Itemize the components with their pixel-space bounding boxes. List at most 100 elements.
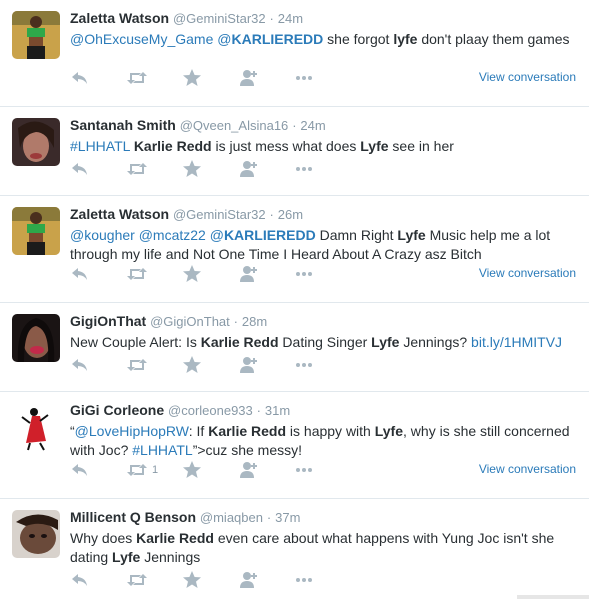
follow-button[interactable] [238,355,294,375]
more-options-button[interactable] [294,570,350,590]
more-icon [296,363,312,367]
more-options-button[interactable] [294,355,350,375]
tweet[interactable]: Millicent Q Benson @miaqben · 37m Why do… [0,499,589,599]
follow-button[interactable] [238,159,294,179]
more-options-button[interactable] [294,159,350,179]
reply-icon [72,464,87,476]
user-fullname[interactable]: GiGi Corleone [70,402,164,418]
tweet-link[interactable]: @ [210,227,224,243]
favorite-button[interactable] [182,460,238,480]
retweet-button[interactable] [126,264,182,284]
tweet-link[interactable]: #LHHATL [70,138,130,154]
timestamp[interactable]: 28m [242,314,267,329]
tweet-link[interactable]: #LHHATL [132,442,192,458]
timestamp[interactable]: 26m [278,207,303,222]
tweet-text-segment: ”>cuz she messy! [192,442,303,458]
tweet-link[interactable]: @OhExcuseMy_Game [70,31,213,47]
reply-icon [72,72,87,84]
reply-icon [72,268,87,280]
user-handle[interactable]: @miaqben [200,510,263,525]
tweet-header: Millicent Q Benson @miaqben · 37m [70,508,579,527]
timestamp[interactable]: 31m [265,403,290,418]
user-fullname[interactable]: Zaletta Watson [70,10,169,26]
avatar[interactable] [12,118,60,166]
reply-button[interactable] [70,68,126,88]
tweet-text-segment: Dating Singer [278,334,372,350]
reply-icon [72,574,87,586]
reply-button[interactable] [70,355,126,375]
horizontal-scrollbar[interactable] [517,595,589,599]
favorite-button[interactable] [182,570,238,590]
separator: · [269,207,274,222]
follow-button[interactable] [238,264,294,284]
user-handle[interactable]: @GeminiStar32 [173,11,266,26]
tweet-link-highlight[interactable]: KARLIEREDD [231,31,323,47]
reply-button[interactable] [70,460,126,480]
favorite-icon [183,461,201,478]
follow-icon [240,357,257,373]
retweet-button[interactable] [126,355,182,375]
tweet-link[interactable]: bit.ly/1HMITVJ [471,334,562,350]
timestamp[interactable]: 24m [300,118,325,133]
tweet-text-segment: see in her [388,138,454,154]
retweet-button[interactable] [126,570,182,590]
tweet[interactable]: Zaletta Watson @GeminiStar32 · 26m @koug… [0,196,589,303]
tweet[interactable]: GiGi Corleone @corleone933 · 31m “@LoveH… [0,392,589,499]
tweet-link[interactable]: @ [217,31,231,47]
keyword-highlight: Lyfe [371,334,400,350]
tweet-content: Zaletta Watson @GeminiStar32 · 26m @koug… [70,205,579,264]
user-fullname[interactable]: Santanah Smith [70,117,176,133]
view-conversation-link[interactable]: View conversation [479,70,576,84]
tweet-text-segment: is happy with [286,423,375,439]
retweet-button[interactable] [126,68,182,88]
user-handle[interactable]: @corleone933 [168,403,253,418]
follow-button[interactable] [238,570,294,590]
keyword-highlight: Karlie Redd [200,334,279,350]
tweet-link[interactable]: @mcatz22 [139,227,206,243]
favorite-icon [183,571,201,588]
follow-button[interactable] [238,68,294,88]
user-handle[interactable]: @GeminiStar32 [173,207,266,222]
user-fullname[interactable]: Zaletta Watson [70,206,169,222]
tweet[interactable]: Zaletta Watson @GeminiStar32 · 24m @OhEx… [0,0,589,107]
reply-button[interactable] [70,570,126,590]
avatar-image [12,403,60,451]
view-conversation-link[interactable]: View conversation [479,266,576,280]
tweet-link[interactable]: @LoveHipHopRW [75,423,189,439]
user-fullname[interactable]: GigiOnThat [70,313,146,329]
reply-button[interactable] [70,159,126,179]
favorite-button[interactable] [182,68,238,88]
retweet-button[interactable] [126,159,182,179]
user-handle[interactable]: @Qveen_Alsina16 [180,118,289,133]
avatar[interactable] [12,510,60,558]
tweet-link[interactable]: @kougher [70,227,135,243]
user-handle[interactable]: @GigiOnThat [150,314,230,329]
timestamp[interactable]: 24m [278,11,303,26]
user-fullname[interactable]: Millicent Q Benson [70,509,196,525]
tweet[interactable]: GigiOnThat @GigiOnThat · 28m New Couple … [0,303,589,392]
more-options-button[interactable] [294,460,350,480]
reply-icon [72,359,87,371]
tweet-link-highlight[interactable]: KARLIEREDD [224,227,316,243]
favorite-button[interactable] [182,159,238,179]
favorite-button[interactable] [182,264,238,284]
tweet-actions [70,264,350,284]
more-icon [296,272,312,276]
avatar[interactable] [12,403,60,451]
view-conversation-link[interactable]: View conversation [479,462,576,476]
more-options-button[interactable] [294,264,350,284]
retweet-icon [127,163,147,175]
reply-button[interactable] [70,264,126,284]
keyword-highlight: Lyfe [112,549,141,565]
avatar[interactable] [12,11,60,59]
more-options-button[interactable] [294,68,350,88]
avatar[interactable] [12,314,60,362]
follow-button[interactable] [238,460,294,480]
retweet-button[interactable]: 1 [126,460,182,480]
favorite-button[interactable] [182,355,238,375]
tweet[interactable]: Santanah Smith @Qveen_Alsina16 · 24m #LH… [0,107,589,196]
avatar[interactable] [12,207,60,255]
tweet-actions [70,355,350,375]
timestamp[interactable]: 37m [275,510,300,525]
favorite-icon [183,160,201,177]
